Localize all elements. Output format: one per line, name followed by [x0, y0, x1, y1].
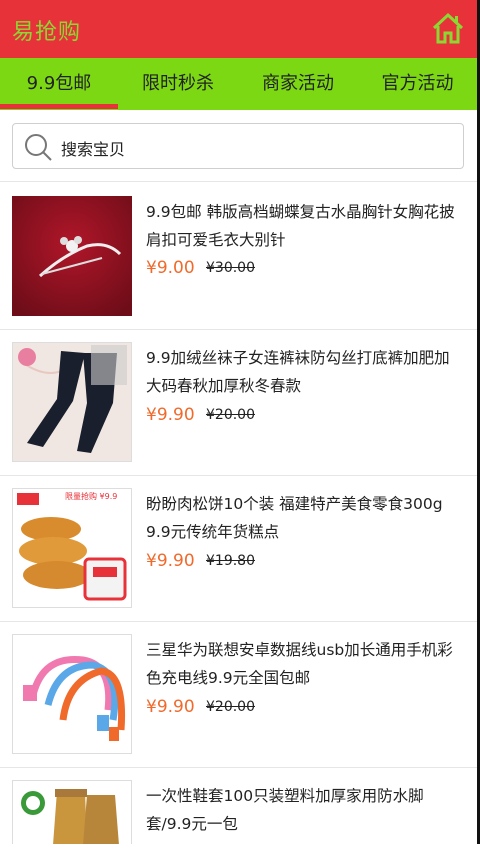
product-price: ¥9.00 [146, 258, 195, 278]
tab-9-9-free-shipping[interactable]: 9.9包邮 [0, 58, 118, 110]
product-price: ¥9.90 [146, 405, 195, 425]
thumb-promo-label: 限量抢购 ¥9.9 [65, 491, 117, 501]
tab-bar: 9.9包邮 限时秒杀 商家活动 官方活动 [0, 58, 477, 110]
search-placeholder: 搜索宝贝 [61, 140, 126, 159]
product-original-price: ¥30.00 [206, 260, 255, 276]
product-item[interactable]: 限量抢购 ¥9.9 盼盼肉松饼10个装 福建特产美食零食300g 9.9元传统年… [0, 476, 477, 621]
product-original-price: ¥20.00 [206, 407, 255, 423]
product-name: 一次性鞋套100只装塑料加厚家用防水脚套/9.9元一包 [146, 787, 424, 833]
product-item[interactable]: 9.9包邮 韩版高档蝴蝶复古水晶胸针女胸花披肩扣可爱毛衣大别针 ¥9.00 ¥3… [0, 182, 477, 329]
product-image [12, 342, 132, 462]
product-item[interactable]: 三星华为联想安卓数据线usb加长通用手机彩色充电线9.9元全国包邮 ¥9.90 … [0, 622, 477, 767]
tab-official-events[interactable]: 官方活动 [358, 58, 477, 110]
product-name: 9.9包邮 韩版高档蝴蝶复古水晶胸针女胸花披肩扣可爱毛衣大别针 [146, 203, 455, 249]
app-title: 易抢购 [12, 20, 82, 45]
product-image [12, 196, 132, 316]
search-input[interactable]: 搜索宝贝 [12, 123, 464, 169]
active-tab-indicator [0, 104, 118, 109]
tab-merchant-events[interactable]: 商家活动 [238, 58, 358, 110]
home-icon[interactable] [431, 11, 465, 45]
product-item[interactable]: 一次性鞋套100只装塑料加厚家用防水脚套/9.9元一包 [0, 768, 477, 844]
product-original-price: ¥19.80 [206, 553, 255, 569]
product-name: 盼盼肉松饼10个装 福建特产美食零食300g 9.9元传统年货糕点 [146, 495, 443, 541]
search-icon [25, 134, 52, 161]
product-price: ¥9.90 [146, 697, 195, 717]
app-header: 易抢购 [0, 0, 477, 58]
product-price: ¥9.90 [146, 551, 195, 571]
product-item[interactable]: 9.9加绒丝袜子女连裤袜防勾丝打底裤加肥加大码春秋加厚秋冬春款 ¥9.90 ¥2… [0, 330, 477, 475]
product-original-price: ¥20.00 [206, 699, 255, 715]
product-image [12, 634, 132, 754]
product-image: 限量抢购 ¥9.9 [12, 488, 132, 608]
product-name: 三星华为联想安卓数据线usb加长通用手机彩色充电线9.9元全国包邮 [146, 641, 453, 687]
tab-flash-sale[interactable]: 限时秒杀 [118, 58, 238, 110]
product-name: 9.9加绒丝袜子女连裤袜防勾丝打底裤加肥加大码春秋加厚秋冬春款 [146, 349, 450, 395]
product-image [12, 780, 132, 844]
